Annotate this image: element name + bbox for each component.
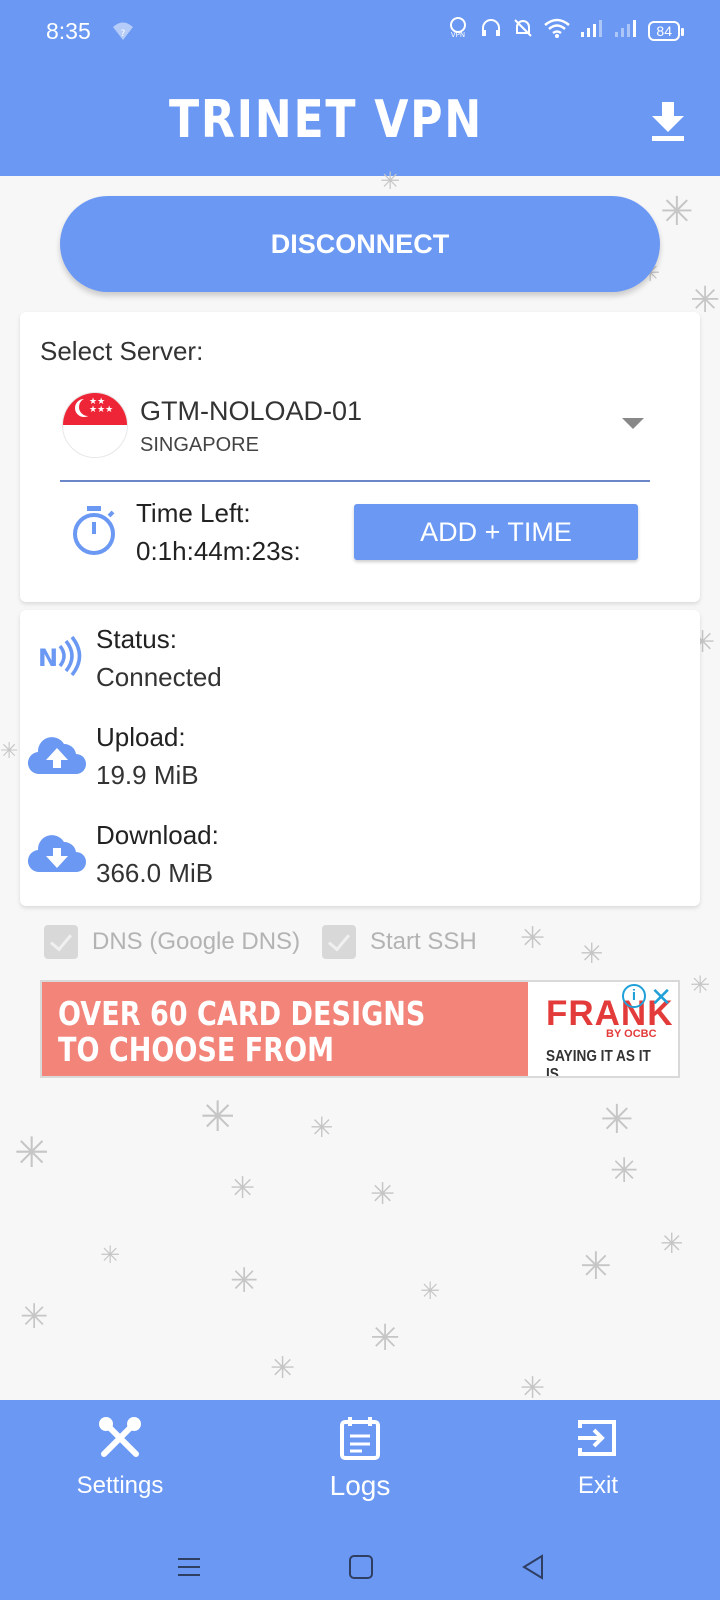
dns-label: DNS (Google DNS) bbox=[92, 928, 301, 955]
snowflake-decoration: ✳ bbox=[610, 1152, 639, 1190]
nav-settings-label: Settings bbox=[76, 1472, 164, 1499]
bell-off-icon bbox=[512, 17, 534, 44]
cloud-upload-icon bbox=[26, 730, 88, 782]
signal-icon bbox=[580, 18, 604, 43]
tools-icon bbox=[99, 1417, 141, 1457]
dropdown-arrow-icon bbox=[622, 418, 644, 429]
snowflake-decoration: ✳ bbox=[200, 1093, 236, 1140]
server-name: GTM-NOLOAD-01 bbox=[140, 396, 363, 426]
system-nav-bar bbox=[0, 1550, 720, 1590]
nav-settings[interactable]: Settings bbox=[40, 1414, 200, 1500]
snowflake-decoration: ✳ bbox=[100, 1242, 121, 1269]
signal-waves-icon: N bbox=[26, 632, 88, 684]
snowflake-decoration: ✳ bbox=[370, 1178, 396, 1211]
snowflake-decoration: ✳ bbox=[230, 1262, 259, 1300]
dns-checkbox[interactable] bbox=[44, 925, 78, 959]
ad-tagline: SAYING IT AS IT IS. bbox=[546, 1048, 651, 1078]
vpn-key-icon: VPN bbox=[446, 16, 470, 45]
snowflake-decoration: ✳ bbox=[660, 190, 694, 234]
ad-headline-line2: TO CHOOSE FROM bbox=[58, 1030, 335, 1069]
bottom-nav: Settings Logs Exit bbox=[0, 1400, 720, 1600]
nav-logs[interactable]: Logs bbox=[280, 1414, 440, 1502]
dns-option[interactable]: DNS (Google DNS) bbox=[44, 922, 300, 962]
ad-banner[interactable]: OVER 60 CARD DESIGNS TO CHOOSE FROM FRAN… bbox=[40, 980, 680, 1078]
ad-headline-line1: OVER 60 CARD DESIGNS bbox=[58, 994, 426, 1033]
download-label: Download: bbox=[96, 820, 219, 850]
snowflake-decoration: ✳ bbox=[230, 1172, 256, 1205]
disconnect-button[interactable]: DISCONNECT bbox=[60, 196, 660, 292]
ad-close-icon[interactable]: ✕ bbox=[650, 982, 672, 1013]
snowflake-decoration: ✳ bbox=[270, 1352, 296, 1385]
snowflake-decoration: ✳ bbox=[580, 1246, 612, 1288]
svg-text:VPN: VPN bbox=[451, 31, 465, 39]
upload-row: Upload: 19.9 MiB bbox=[20, 714, 700, 804]
server-card: Select Server: ★★ ★★★ GTM-NOLOAD-01 SINGA… bbox=[20, 312, 700, 602]
wifi-question-icon: ? bbox=[112, 20, 134, 47]
nav-exit-label: Exit bbox=[577, 1472, 618, 1499]
status-time: 8:35 bbox=[46, 18, 91, 44]
status-value: Connected bbox=[96, 662, 222, 692]
svg-text:N: N bbox=[38, 644, 58, 672]
nav-logs-label: Logs bbox=[329, 1470, 391, 1501]
server-country: SINGAPORE bbox=[140, 434, 259, 456]
dropdown-underline bbox=[60, 480, 650, 482]
time-left-value: 0:1h:44m:23s: bbox=[136, 536, 301, 566]
snowflake-decoration: ✳ bbox=[520, 922, 546, 955]
download-value: 366.0 MiB bbox=[96, 858, 214, 888]
app-bar: TRINET VPN bbox=[0, 62, 720, 176]
download-icon[interactable] bbox=[648, 98, 688, 142]
ssh-checkbox[interactable] bbox=[322, 925, 356, 959]
cloud-download-icon bbox=[26, 828, 88, 880]
snowflake-decoration: ✳ bbox=[580, 938, 604, 969]
upload-label: Upload: bbox=[96, 722, 186, 752]
stopwatch-icon bbox=[70, 504, 118, 558]
snowflake-decoration: ✳ bbox=[0, 738, 19, 763]
nav-exit[interactable]: Exit bbox=[518, 1414, 678, 1500]
snowflake-decoration: ✳ bbox=[420, 1278, 441, 1305]
ad-brand-panel: FRANK BY OCBC SAYING IT AS IT IS. i ✕ bbox=[528, 982, 678, 1076]
singapore-flag-icon: ★★ ★★★ bbox=[62, 392, 128, 458]
ad-brand-sub: BY OCBC bbox=[606, 1028, 657, 1040]
snowflake-decoration: ✳ bbox=[20, 1298, 49, 1336]
signal-icon-2 bbox=[614, 18, 638, 43]
headphones-icon bbox=[480, 17, 502, 44]
add-time-button[interactable]: ADD + TIME bbox=[354, 504, 638, 560]
ad-headline: OVER 60 CARD DESIGNS TO CHOOSE FROM bbox=[58, 996, 443, 1068]
exit-icon bbox=[578, 1420, 616, 1456]
ssh-label: Start SSH bbox=[370, 928, 477, 955]
app-title: TRINET VPN bbox=[169, 90, 483, 150]
calendar-list-icon bbox=[340, 1417, 380, 1460]
snowflake-decoration: ✳ bbox=[660, 1228, 684, 1259]
snowflake-decoration: ✳ bbox=[690, 972, 711, 999]
menu-icon[interactable] bbox=[176, 1554, 202, 1580]
upload-value: 19.9 MiB bbox=[96, 760, 199, 790]
select-server-label: Select Server: bbox=[40, 336, 204, 366]
stats-card: N Status: Connected Upload: 19.9 MiB Dow… bbox=[20, 610, 700, 906]
snowflake-decoration: ✳ bbox=[14, 1129, 50, 1176]
download-row: Download: 366.0 MiB bbox=[20, 812, 700, 902]
svg-text:?: ? bbox=[121, 29, 126, 39]
back-icon[interactable] bbox=[520, 1554, 546, 1580]
status-bar: 8:35 ? VPN 84 bbox=[0, 0, 720, 62]
time-left-label: Time Left: bbox=[136, 498, 251, 528]
snowflake-decoration: ✳ bbox=[600, 1098, 634, 1142]
battery-indicator: 84 bbox=[648, 20, 684, 41]
ad-info-icon[interactable]: i bbox=[622, 984, 646, 1008]
ssh-option[interactable]: Start SSH bbox=[322, 922, 477, 962]
status-row: N Status: Connected bbox=[20, 616, 700, 706]
wifi-icon bbox=[544, 17, 571, 44]
home-icon[interactable] bbox=[348, 1554, 374, 1580]
snowflake-decoration: ✳ bbox=[370, 1317, 401, 1358]
snowflake-decoration: ✳ bbox=[310, 1112, 334, 1143]
status-label: Status: bbox=[96, 624, 177, 654]
